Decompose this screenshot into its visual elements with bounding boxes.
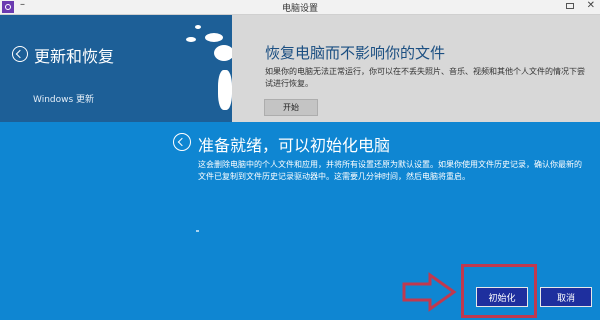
cancel-button[interactable]: 取消 — [540, 287, 592, 307]
maximize-button[interactable] — [566, 3, 574, 9]
recovery-panel: 恢复电脑而不影响你的文件 如果你的电脑无法正常运行，你可以在不丢失照片、音乐、视… — [232, 15, 600, 125]
description-line: 试进行恢复。 — [265, 79, 313, 88]
window-title: 电脑设置 — [281, 4, 318, 14]
nav-item-windows-update[interactable]: Windows 更新 — [33, 92, 94, 105]
dialog-title: 准备就绪，可以初始化电脑 — [198, 136, 391, 155]
close-button[interactable]: ✕ — [587, 0, 595, 11]
back-arrow-icon[interactable] — [12, 46, 28, 62]
back-arrow-icon[interactable] — [173, 133, 191, 151]
pointer-arrow-icon — [402, 272, 457, 312]
screen-artifact — [205, 33, 223, 42]
screen-artifact — [218, 70, 232, 110]
recovery-option-description: 如果你的电脑无法正常运行，你可以在不丢失照片、音乐、视频和其他个人文件的情况下尝… — [265, 66, 591, 90]
screen-artifact — [214, 45, 232, 61]
screen-artifact — [186, 37, 196, 42]
screen-artifact — [195, 25, 201, 29]
progress-dot — [196, 230, 199, 232]
dialog-description: 这会删除电脑中的个人文件和应用，并将所有设置还原为默认设置。如果你使用文件历史记… — [198, 160, 582, 181]
description-line: 如果你的电脑无法正常运行，你可以在不丢失照片、音乐、视频和其他个人文件的情况下尝 — [265, 67, 585, 76]
settings-nav-pane: 更新和恢复 Windows 更新 — [0, 15, 232, 125]
highlight-box — [461, 264, 537, 318]
nav-heading: 更新和恢复 — [34, 47, 115, 66]
start-button[interactable]: 开始 — [264, 99, 318, 116]
recovery-option-title: 恢复电脑而不影响你的文件 — [265, 44, 446, 62]
title-bar: – 电脑设置 ✕ — [0, 0, 600, 15]
